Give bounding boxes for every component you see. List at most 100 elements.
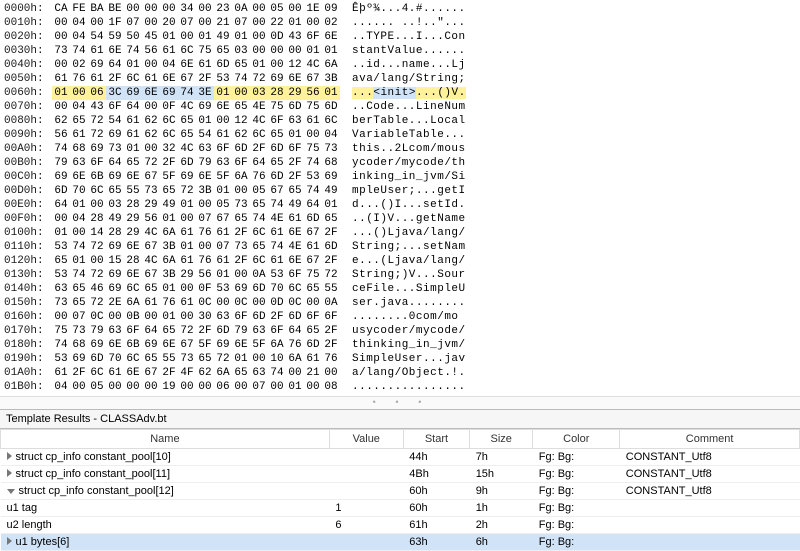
hex-ascii[interactable]: ser.java........	[352, 296, 466, 310]
hex-byte[interactable]: 6D	[250, 282, 268, 296]
hex-byte[interactable]: 67	[178, 72, 196, 86]
hex-byte[interactable]: 6F	[88, 156, 106, 170]
hex-ascii[interactable]: this..2Lcom/mous	[352, 142, 466, 156]
hex-bytes[interactable]: 537472696E673B0100077365744E616D	[52, 240, 340, 254]
hex-byte[interactable]: 65	[70, 282, 88, 296]
hex-byte[interactable]: 01	[178, 240, 196, 254]
hex-byte[interactable]: 69	[268, 72, 286, 86]
hex-byte[interactable]: 01	[304, 44, 322, 58]
hex-byte[interactable]: 06	[88, 86, 106, 100]
hex-byte[interactable]: 3B	[196, 184, 214, 198]
hex-byte[interactable]: 00	[214, 114, 232, 128]
hex-byte[interactable]: 73	[178, 352, 196, 366]
hex-byte[interactable]: 72	[88, 296, 106, 310]
hex-bytes[interactable]: 757379636F6465722F6D79636F64652F	[52, 324, 340, 338]
hex-byte[interactable]: 73	[70, 324, 88, 338]
hex-byte[interactable]: 12	[286, 58, 304, 72]
hex-byte[interactable]: 00	[232, 86, 250, 100]
hex-byte[interactable]: 00	[286, 2, 304, 16]
hex-ascii[interactable]: usycoder/mycode/	[352, 324, 466, 338]
hex-byte[interactable]: 6C	[160, 128, 178, 142]
hex-byte[interactable]: 64	[52, 198, 70, 212]
hex-byte[interactable]: 76	[322, 352, 340, 366]
hex-byte[interactable]: 00	[178, 380, 196, 394]
hex-byte[interactable]: 6D	[286, 310, 304, 324]
hex-byte[interactable]: 61	[124, 128, 142, 142]
hex-byte[interactable]: 74	[52, 338, 70, 352]
hex-byte[interactable]: 65	[70, 114, 88, 128]
hex-byte[interactable]: 28	[268, 86, 286, 100]
hex-byte[interactable]: 34	[178, 2, 196, 16]
hex-byte[interactable]: 00	[52, 212, 70, 226]
hex-byte[interactable]: 53	[304, 170, 322, 184]
hex-byte[interactable]: 61	[142, 72, 160, 86]
hex-byte[interactable]: 01	[124, 58, 142, 72]
hex-row[interactable]: 00B0h:79636F6465722F6D79636F64652F7468yc…	[4, 156, 796, 170]
hex-ascii[interactable]: inking_in_jvm/Si	[352, 170, 466, 184]
hex-byte[interactable]: 04	[160, 58, 178, 72]
hex-row[interactable]: 0040h:000269640100046E616D650100124C6A..…	[4, 58, 796, 72]
hex-row[interactable]: 0030h:7374616E7456616C7565030000000101st…	[4, 44, 796, 58]
hex-bytes[interactable]: 696E6B696E675F696E5F6A766D2F5369	[52, 170, 340, 184]
hex-byte[interactable]: 01	[70, 254, 88, 268]
hex-byte[interactable]: 65	[250, 198, 268, 212]
hex-byte[interactable]: 74	[250, 212, 268, 226]
hex-byte[interactable]: 6F	[232, 310, 250, 324]
col-value[interactable]: Value	[329, 430, 403, 449]
hex-byte[interactable]: 32	[160, 142, 178, 156]
hex-byte[interactable]: 00	[178, 212, 196, 226]
hex-byte[interactable]: 6D	[268, 142, 286, 156]
hex-byte[interactable]: 6A	[268, 338, 286, 352]
hex-byte[interactable]: 69	[142, 338, 160, 352]
hex-row[interactable]: 0010h:0004001F070020070021070022010002..…	[4, 16, 796, 30]
hex-byte[interactable]: 01	[214, 184, 232, 198]
hex-byte[interactable]: 6D	[322, 100, 340, 114]
hex-byte[interactable]: 65	[214, 44, 232, 58]
hex-byte[interactable]: 01	[196, 114, 214, 128]
hex-byte[interactable]: 6D	[214, 58, 232, 72]
hex-byte[interactable]: 00	[52, 100, 70, 114]
hex-byte[interactable]: 69	[178, 170, 196, 184]
hex-byte[interactable]: 46	[88, 282, 106, 296]
hex-byte[interactable]: 74	[268, 240, 286, 254]
hex-ascii[interactable]: ceFile...SimpleU	[352, 282, 466, 296]
hex-byte[interactable]: 65	[178, 114, 196, 128]
hex-byte[interactable]: 6C	[160, 114, 178, 128]
hex-byte[interactable]: 6B	[124, 338, 142, 352]
pane-resize-handle[interactable]: • • •	[0, 396, 800, 409]
hex-row[interactable]: 0110h:537472696E673B0100077365744E616DSt…	[4, 240, 796, 254]
hex-byte[interactable]: 65	[286, 184, 304, 198]
hex-byte[interactable]: 2F	[322, 324, 340, 338]
hex-byte[interactable]: 69	[196, 100, 214, 114]
hex-byte[interactable]: 61	[268, 226, 286, 240]
hex-byte[interactable]: 61	[286, 212, 304, 226]
hex-row[interactable]: 0130h:537472696E673B295601000A536F7572St…	[4, 268, 796, 282]
hex-byte[interactable]: 4E	[286, 240, 304, 254]
hex-row[interactable]: 00E0h:64010003282949010005736574496401d.…	[4, 198, 796, 212]
hex-byte[interactable]: 4C	[142, 226, 160, 240]
hex-ascii[interactable]: e...(Ljava/lang/	[352, 254, 466, 268]
hex-byte[interactable]: 2F	[196, 72, 214, 86]
hex-byte[interactable]: 6C	[124, 72, 142, 86]
hex-byte[interactable]: 6F	[286, 142, 304, 156]
hex-byte[interactable]: 61	[268, 254, 286, 268]
hex-byte[interactable]: 6E	[70, 170, 88, 184]
hex-byte[interactable]: 4C	[250, 114, 268, 128]
hex-row[interactable]: 0140h:636546696C6501000F53696D706C6555ce…	[4, 282, 796, 296]
hex-viewer[interactable]: 0000h:CAFEBABE0000003400230A0005001E09Êþ…	[0, 0, 800, 396]
hex-bytes[interactable]: 537472696E673B295601000A536F7572	[52, 268, 340, 282]
hex-byte[interactable]: 2F	[106, 72, 124, 86]
hex-byte[interactable]: 00	[214, 296, 232, 310]
hex-byte[interactable]: 65	[232, 212, 250, 226]
hex-byte[interactable]: 61	[178, 226, 196, 240]
hex-byte[interactable]: 6E	[124, 366, 142, 380]
hex-byte[interactable]: 67	[142, 170, 160, 184]
hex-byte[interactable]: 6C	[250, 128, 268, 142]
hex-byte[interactable]: 6A	[322, 58, 340, 72]
hex-byte[interactable]: 00	[142, 380, 160, 394]
disclosure-open-icon[interactable]	[7, 489, 15, 494]
hex-byte[interactable]: 64	[286, 324, 304, 338]
hex-byte[interactable]: 74	[70, 268, 88, 282]
hex-bytes[interactable]: 636546696C6501000F53696D706C6555	[52, 282, 340, 296]
hex-byte[interactable]: 72	[88, 268, 106, 282]
